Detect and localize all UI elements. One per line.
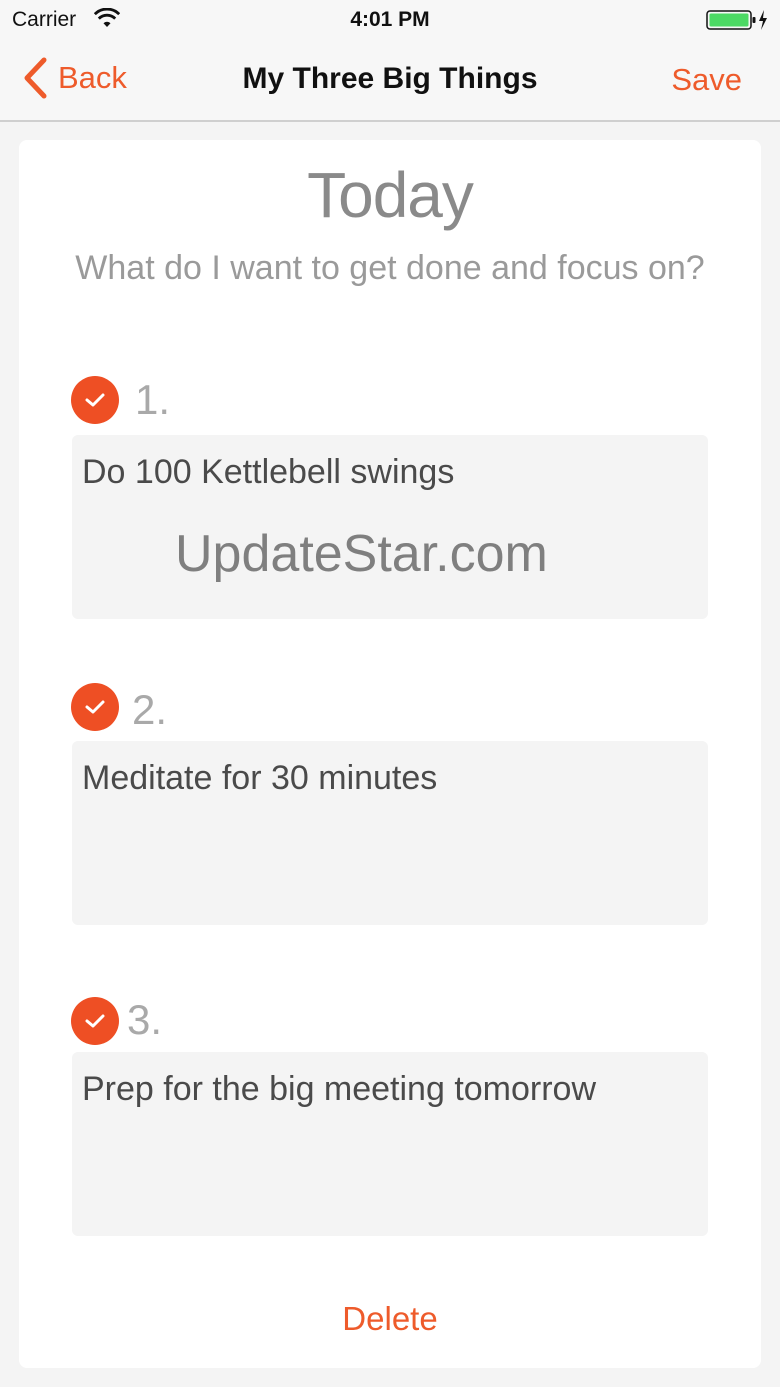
save-button[interactable]: Save	[671, 62, 742, 98]
battery-icon	[706, 10, 767, 30]
task-3-number: 3.	[127, 996, 163, 1043]
checkmark-icon	[85, 393, 105, 407]
task-3-checkbox[interactable]	[71, 997, 119, 1045]
task-1-checkbox[interactable]	[71, 376, 119, 424]
back-button[interactable]: Back	[22, 56, 127, 100]
task-3-text-field[interactable]: Prep for the big meeting tomorrow	[72, 1052, 708, 1236]
chevron-left-icon	[24, 57, 47, 99]
checkmark-icon	[85, 1014, 105, 1028]
delete-button[interactable]: Delete	[19, 1300, 761, 1338]
navigation-bar: Back My Three Big Things Save	[0, 40, 780, 122]
card-subtitle: What do I want to get done and focus on?	[75, 249, 705, 287]
card-title: Today	[307, 159, 474, 231]
status-time: 4:01 PM	[350, 8, 430, 31]
task-2-number: 2.	[132, 686, 168, 733]
checkmark-icon	[85, 700, 105, 714]
page-title: My Three Big Things	[242, 62, 538, 95]
task-2-checkbox[interactable]	[71, 683, 119, 731]
status-bar: Carrier 4:01 PM	[0, 0, 780, 40]
task-2-text-field[interactable]: Meditate for 30 minutes	[72, 741, 708, 925]
watermark: UpdateStar.com	[175, 525, 548, 583]
back-label: Back	[58, 60, 127, 95]
main-card: Today What do I want to get done and foc…	[19, 140, 761, 1368]
task-1-number: 1.	[135, 376, 171, 423]
